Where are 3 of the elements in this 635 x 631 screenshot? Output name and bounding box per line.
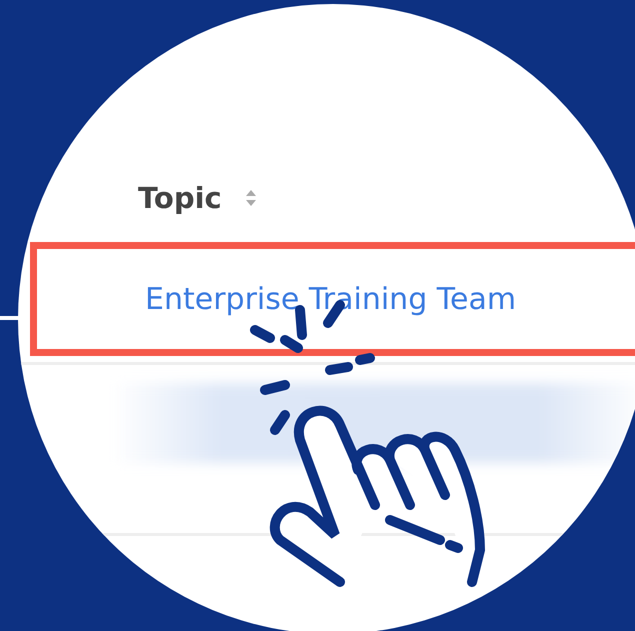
topic-link[interactable]: Enterprise Training Team <box>145 282 516 316</box>
column-header[interactable]: Topic <box>138 181 222 215</box>
sort-icon[interactable] <box>244 188 258 208</box>
